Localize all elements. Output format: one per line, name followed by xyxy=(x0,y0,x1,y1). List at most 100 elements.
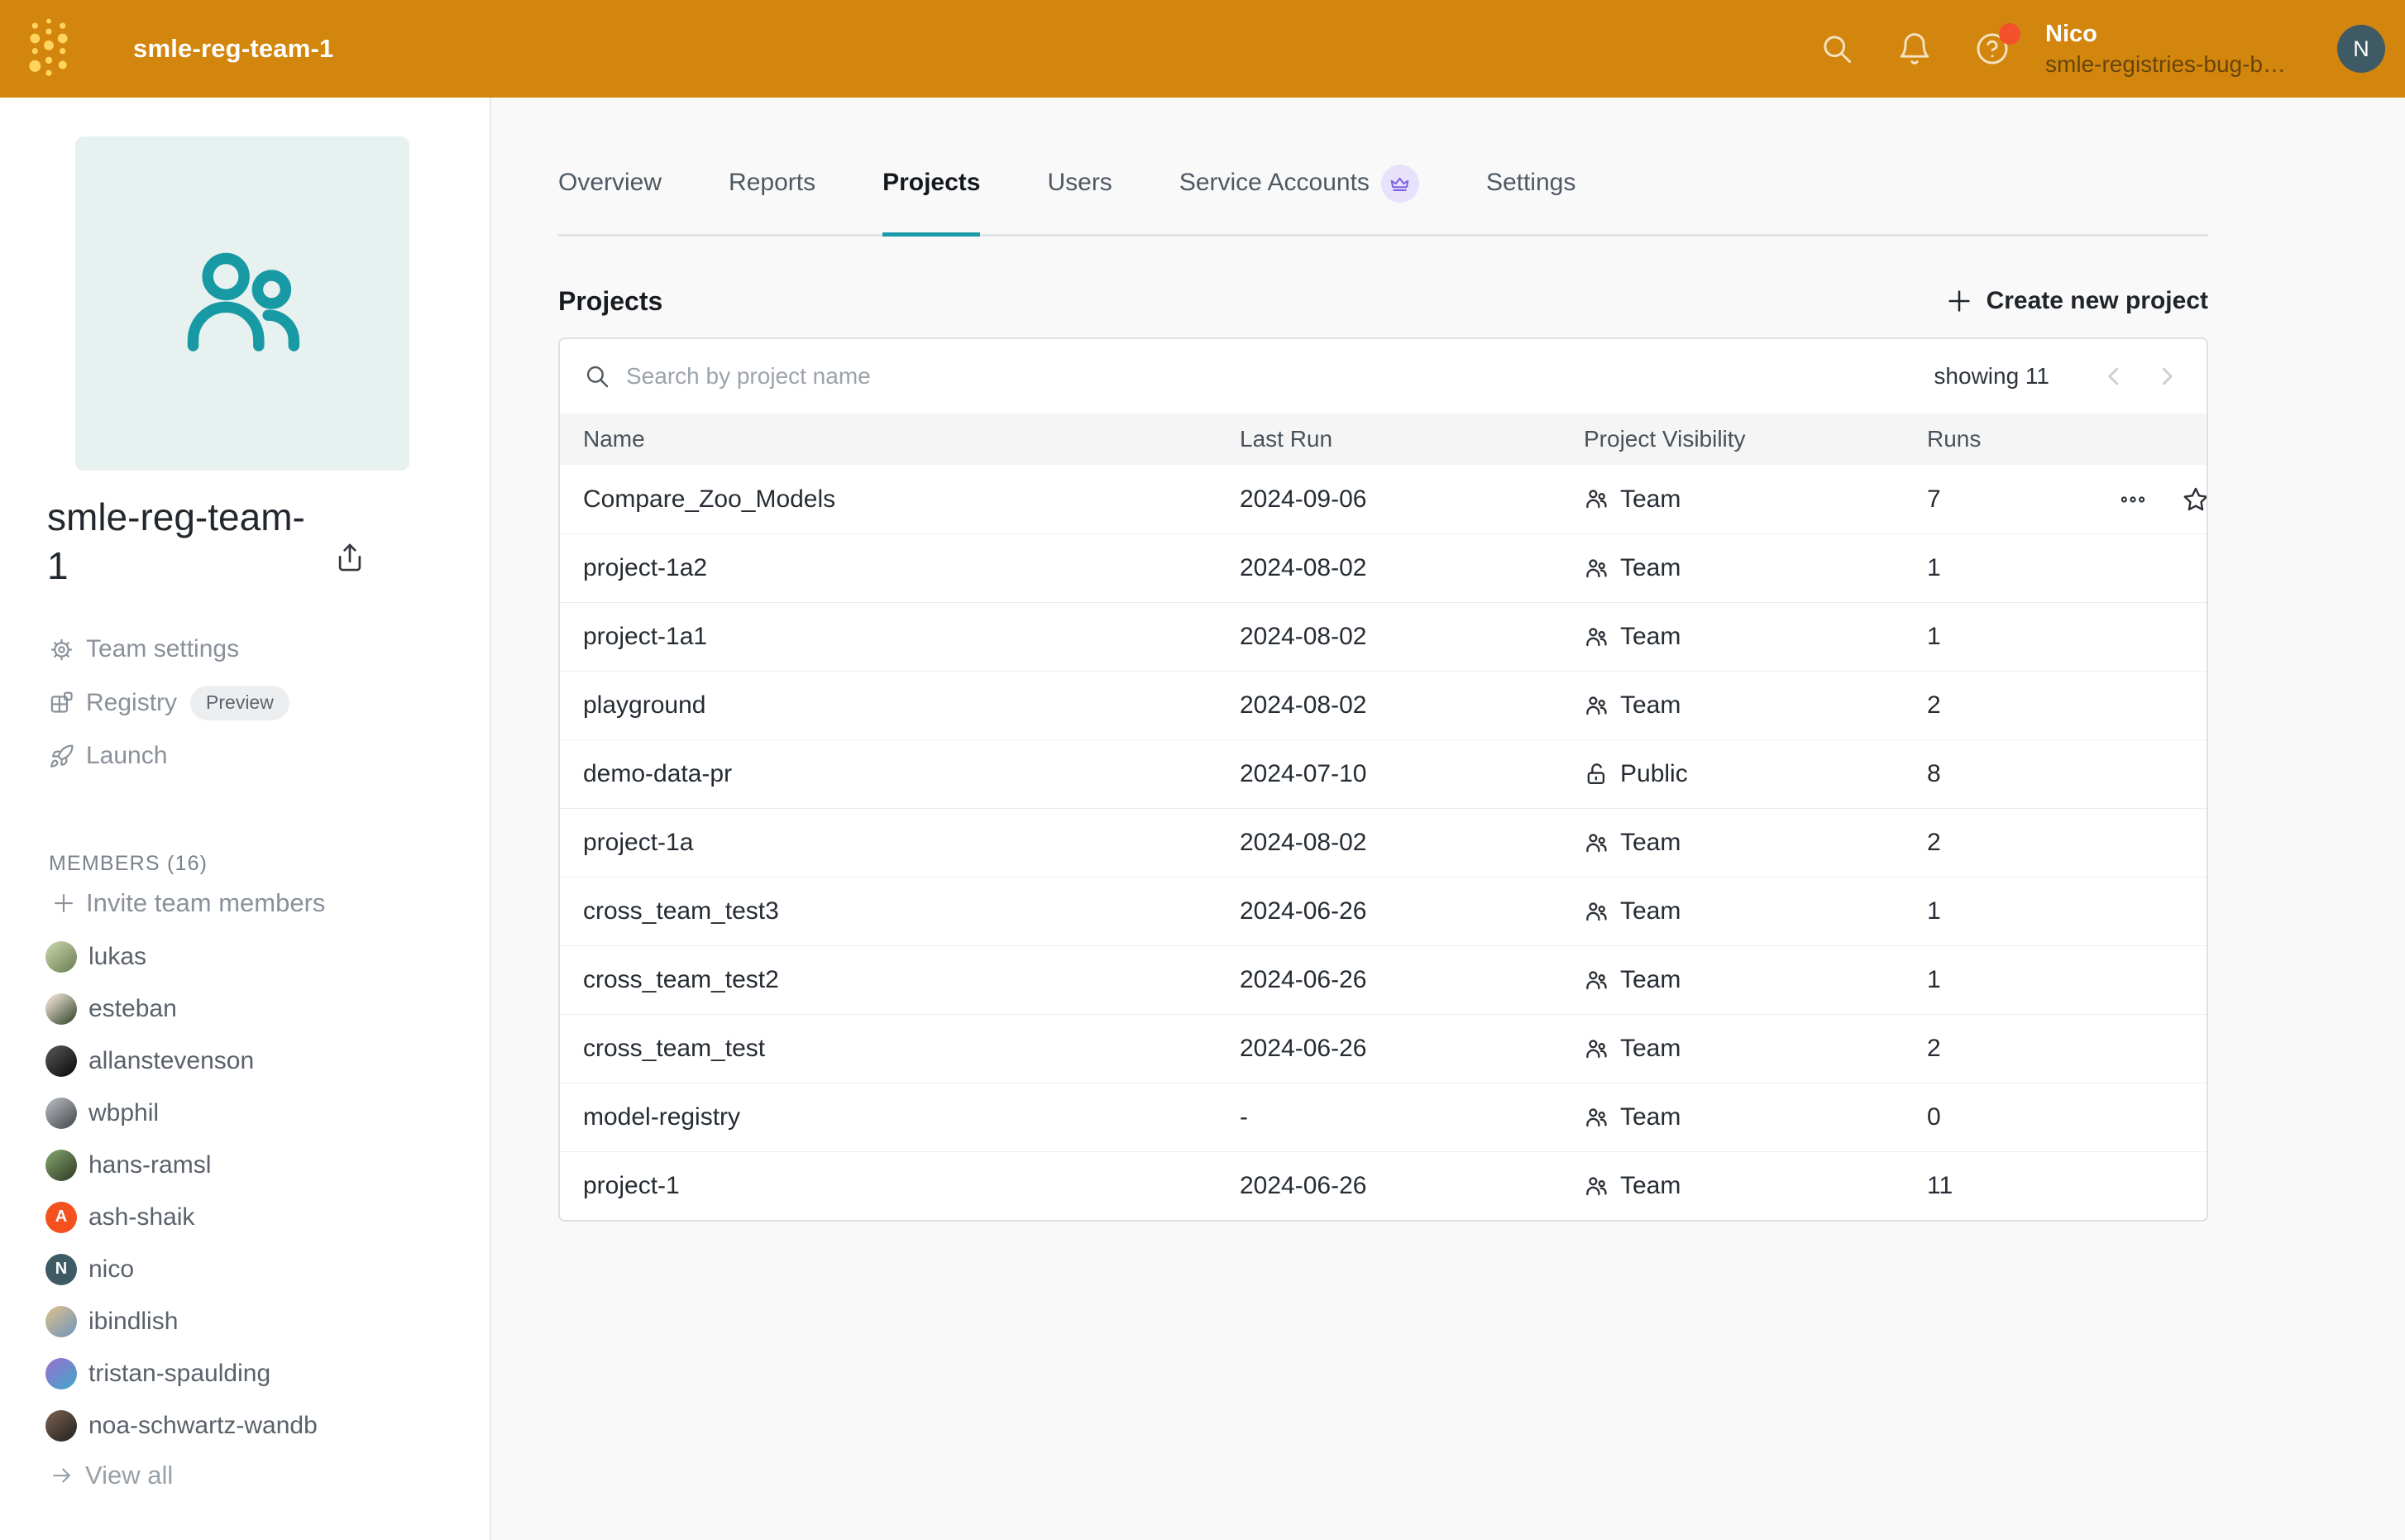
star-icon xyxy=(2182,485,2208,514)
project-name: model-registry xyxy=(583,1103,1240,1131)
table-row-project-1a2[interactable]: project-1a22024-08-02Team1 xyxy=(560,533,2207,602)
search-icon xyxy=(583,362,611,390)
table-header: Name Last Run Project Visibility Runs xyxy=(560,414,2207,465)
topbar-team-name: smle-reg-team-1 xyxy=(133,34,333,64)
member-avatar: A xyxy=(45,1202,77,1233)
sidebar-item-label: Registry xyxy=(86,689,177,717)
create-new-project-button[interactable]: Create new project xyxy=(1945,287,2208,315)
search-input[interactable] xyxy=(626,363,1934,390)
members-list: lukasestebanallanstevensonwbphilhans-ram… xyxy=(45,930,473,1452)
project-visibility: Team xyxy=(1584,1103,1927,1131)
table-row-project-1a1[interactable]: project-1a12024-08-02Team1 xyxy=(560,602,2207,671)
row-actions xyxy=(2119,485,2208,514)
team-icon xyxy=(1584,693,1609,719)
showing-count: showing 11 xyxy=(1934,363,2049,390)
rocket-icon xyxy=(49,744,74,769)
sidebar-item-launch[interactable]: Launch xyxy=(49,729,465,783)
member-name: ash-shaik xyxy=(88,1203,194,1232)
project-visibility: Team xyxy=(1584,485,1927,514)
search-icon[interactable] xyxy=(1819,30,1857,68)
team-title: smle-reg-team-1 xyxy=(47,493,316,591)
table-row-model-registry[interactable]: model-registry-Team0 xyxy=(560,1083,2207,1151)
visibility-label: Public xyxy=(1620,760,1688,788)
invite-label: Invite team members xyxy=(86,888,325,918)
table-row-project-1a[interactable]: project-1a2024-08-02Team2 xyxy=(560,808,2207,877)
table-row-Compare_Zoo_Models[interactable]: Compare_Zoo_Models2024-09-06Team7 xyxy=(560,465,2207,533)
project-name: project-1a xyxy=(583,829,1240,857)
chevron-right-icon[interactable] xyxy=(2152,361,2183,392)
user-avatar[interactable]: N xyxy=(2337,25,2385,73)
help-icon[interactable] xyxy=(1974,30,2012,68)
notifications-bell-icon[interactable] xyxy=(1896,30,1934,68)
table-body: Compare_Zoo_Models2024-09-06Team7project… xyxy=(560,465,2207,1220)
visibility-label: Team xyxy=(1620,966,1681,994)
projects-section-header: Projects Create new project xyxy=(558,281,2208,321)
tab-reports[interactable]: Reports xyxy=(729,154,815,234)
wandb-logo-icon[interactable] xyxy=(26,16,73,82)
share-icon[interactable] xyxy=(334,541,367,574)
plus-icon xyxy=(51,891,76,916)
sidebar: smle-reg-team-1 Team settings xyxy=(0,98,491,1540)
tab-users[interactable]: Users xyxy=(1047,154,1112,234)
tab-overview[interactable]: Overview xyxy=(558,154,662,234)
member-item-allanstevenson[interactable]: allanstevenson xyxy=(45,1035,473,1087)
member-item-wbphil[interactable]: wbphil xyxy=(45,1087,473,1139)
project-name: cross_team_test xyxy=(583,1035,1240,1063)
project-name: cross_team_test3 xyxy=(583,897,1240,925)
visibility-label: Team xyxy=(1620,485,1681,514)
last-run-date: 2024-09-06 xyxy=(1240,485,1584,514)
tab-settings[interactable]: Settings xyxy=(1486,154,1575,234)
chevron-left-icon[interactable] xyxy=(2099,361,2130,392)
tab-label: Projects xyxy=(882,169,980,197)
user-menu[interactable]: Nico smle-registries-bug-b… xyxy=(2045,18,2286,79)
favorite-star-button[interactable] xyxy=(2182,485,2208,514)
table-row-playground[interactable]: playground2024-08-02Team2 xyxy=(560,671,2207,739)
sidebar-item-label: Launch xyxy=(86,742,167,770)
preview-badge: Preview xyxy=(190,686,289,720)
project-name: project-1a1 xyxy=(583,623,1240,651)
invite-team-members-button[interactable]: Invite team members xyxy=(51,888,325,918)
member-item-esteban[interactable]: esteban xyxy=(45,983,473,1035)
sidebar-item-registry[interactable]: Registry Preview xyxy=(49,677,465,730)
team-icon xyxy=(1584,624,1609,650)
member-item-ash-shaik[interactable]: Aash-shaik xyxy=(45,1191,473,1243)
premium-crown-badge xyxy=(1381,165,1419,203)
member-avatar xyxy=(45,1410,77,1442)
visibility-label: Team xyxy=(1620,1103,1681,1131)
table-row-demo-data-pr[interactable]: demo-data-pr2024-07-10Public8 xyxy=(560,739,2207,808)
visibility-label: Team xyxy=(1620,1172,1681,1200)
tab-service-accounts[interactable]: Service Accounts xyxy=(1179,154,1419,234)
runs-count: 2 xyxy=(1927,691,2119,720)
project-visibility: Team xyxy=(1584,897,1927,925)
table-row-cross_team_test2[interactable]: cross_team_test22024-06-26Team1 xyxy=(560,945,2207,1014)
last-run-date: 2024-06-26 xyxy=(1240,897,1584,925)
last-run-date: 2024-06-26 xyxy=(1240,1172,1584,1200)
project-visibility: Team xyxy=(1584,966,1927,994)
member-item-ibindlish[interactable]: ibindlish xyxy=(45,1295,473,1347)
table-row-project-1[interactable]: project-12024-06-26Team11 xyxy=(560,1151,2207,1220)
table-row-cross_team_test3[interactable]: cross_team_test32024-06-26Team1 xyxy=(560,877,2207,945)
runs-count: 7 xyxy=(1927,485,2119,514)
more-options-icon xyxy=(2119,485,2147,514)
team-icon xyxy=(1584,1036,1609,1062)
last-run-date: 2024-08-02 xyxy=(1240,829,1584,857)
visibility-label: Team xyxy=(1620,554,1681,582)
member-item-lukas[interactable]: lukas xyxy=(45,930,473,983)
visibility-label: Team xyxy=(1620,691,1681,720)
member-avatar xyxy=(45,1098,77,1129)
member-item-noa-schwartz-wandb[interactable]: noa-schwartz-wandb xyxy=(45,1399,473,1452)
runs-count: 1 xyxy=(1927,966,2119,994)
member-item-hans-ramsl[interactable]: hans-ramsl xyxy=(45,1139,473,1191)
visibility-label: Team xyxy=(1620,897,1681,925)
column-header-name: Name xyxy=(583,426,1240,452)
tab-projects[interactable]: Projects xyxy=(882,154,980,234)
member-item-nico[interactable]: Nnico xyxy=(45,1243,473,1295)
notification-dot xyxy=(1999,23,2020,45)
view-all-members-link[interactable]: View all xyxy=(50,1461,173,1490)
tab-label: Users xyxy=(1047,169,1112,197)
team-icon xyxy=(1584,968,1609,993)
more-options-button[interactable] xyxy=(2119,485,2147,514)
member-item-tristan-spaulding[interactable]: tristan-spaulding xyxy=(45,1347,473,1399)
table-row-cross_team_test[interactable]: cross_team_test2024-06-26Team2 xyxy=(560,1014,2207,1083)
sidebar-item-team-settings[interactable]: Team settings xyxy=(49,623,465,677)
